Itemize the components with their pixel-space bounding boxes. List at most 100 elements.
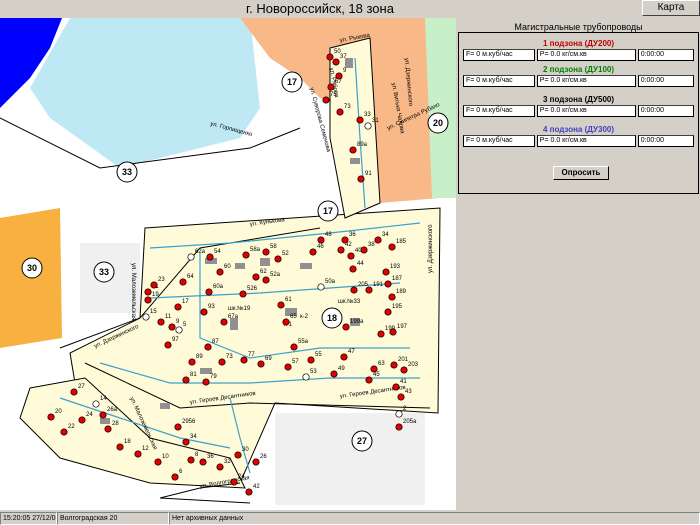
- meter-marker[interactable]: [389, 328, 397, 336]
- meter-marker[interactable]: [220, 318, 228, 326]
- meter-marker[interactable]: [171, 473, 179, 481]
- meter-marker[interactable]: [175, 326, 183, 334]
- meter-marker[interactable]: [257, 360, 265, 368]
- meter-marker[interactable]: [60, 428, 68, 436]
- meter-marker[interactable]: [384, 280, 392, 288]
- meter-marker[interactable]: [274, 255, 282, 263]
- meter-marker[interactable]: [144, 296, 152, 304]
- meter-marker[interactable]: [188, 358, 196, 366]
- meter-marker[interactable]: [384, 308, 392, 316]
- meter-marker[interactable]: [365, 376, 373, 384]
- meter-marker[interactable]: [199, 458, 207, 466]
- meter-marker[interactable]: [349, 265, 357, 273]
- meter-marker[interactable]: [382, 268, 390, 276]
- meter-marker[interactable]: [390, 361, 398, 369]
- meter-marker[interactable]: [205, 288, 213, 296]
- meter-marker[interactable]: [187, 253, 195, 261]
- meter-marker[interactable]: [164, 341, 172, 349]
- meter-marker[interactable]: [365, 286, 373, 294]
- meter-marker[interactable]: [317, 236, 325, 244]
- meter-marker[interactable]: [397, 393, 405, 401]
- meter-marker[interactable]: [290, 343, 298, 351]
- meter-marker[interactable]: [388, 293, 396, 301]
- poll-button[interactable]: Опросить: [553, 166, 609, 180]
- district-map[interactable]: 17 20 33 17 30 33 18 27 ул. Рыкова ул. С…: [0, 18, 456, 510]
- meter-marker[interactable]: [99, 411, 107, 419]
- meter-marker[interactable]: [349, 146, 357, 154]
- meter-marker[interactable]: [142, 313, 150, 321]
- meter-marker[interactable]: [245, 488, 253, 496]
- meter-marker[interactable]: [104, 425, 112, 433]
- meter-marker[interactable]: [350, 286, 358, 294]
- meter-marker[interactable]: [144, 288, 152, 296]
- meter-marker[interactable]: [322, 96, 330, 104]
- meter-marker[interactable]: [216, 463, 224, 471]
- meter-marker[interactable]: [134, 450, 142, 458]
- meter-marker[interactable]: [392, 383, 400, 391]
- meter-marker[interactable]: [400, 366, 408, 374]
- meter-marker[interactable]: [157, 318, 165, 326]
- meter-marker[interactable]: [206, 253, 214, 261]
- meter-marker[interactable]: [277, 301, 285, 309]
- meter-marker[interactable]: [182, 438, 190, 446]
- meter-marker[interactable]: [317, 283, 325, 291]
- meter-marker[interactable]: [168, 323, 176, 331]
- meter-marker[interactable]: [337, 246, 345, 254]
- meter-marker[interactable]: [174, 303, 182, 311]
- meter-marker[interactable]: [388, 243, 396, 251]
- meter-marker[interactable]: [234, 451, 242, 459]
- meter-marker[interactable]: [330, 370, 338, 378]
- meter-marker[interactable]: [302, 373, 310, 381]
- meter-marker[interactable]: [187, 456, 195, 464]
- meter-marker[interactable]: [340, 353, 348, 361]
- meter-marker[interactable]: [78, 416, 86, 424]
- map-button[interactable]: Карта: [642, 0, 700, 16]
- meter-marker[interactable]: [116, 443, 124, 451]
- meter-marker[interactable]: [364, 122, 372, 130]
- meter-marker[interactable]: [92, 400, 100, 408]
- meter-marker[interactable]: [252, 458, 260, 466]
- meter-marker[interactable]: [309, 248, 317, 256]
- meter-marker[interactable]: [202, 378, 210, 386]
- meter-marker[interactable]: [395, 423, 403, 431]
- meter-marker[interactable]: [336, 108, 344, 116]
- meter-marker[interactable]: [307, 356, 315, 364]
- meter-marker[interactable]: [216, 268, 224, 276]
- meter-marker[interactable]: [242, 251, 250, 259]
- meter-marker[interactable]: [326, 53, 334, 61]
- meter-marker[interactable]: [252, 273, 260, 281]
- building-number: 203: [408, 362, 419, 368]
- meter-marker[interactable]: [377, 330, 385, 338]
- meter-marker[interactable]: [342, 323, 350, 331]
- meter-marker[interactable]: [182, 376, 190, 384]
- meter-marker[interactable]: [360, 246, 368, 254]
- meter-marker[interactable]: [282, 318, 290, 326]
- building-number: 69: [265, 356, 272, 362]
- meter-marker[interactable]: [239, 290, 247, 298]
- meter-marker[interactable]: [347, 252, 355, 260]
- meter-marker[interactable]: [332, 58, 340, 66]
- meter-marker[interactable]: [70, 388, 78, 396]
- building-number: 12: [142, 446, 149, 452]
- meter-marker[interactable]: [179, 278, 187, 286]
- meter-marker[interactable]: [356, 116, 364, 124]
- meter-marker[interactable]: [374, 236, 382, 244]
- meter-marker[interactable]: [174, 423, 182, 431]
- meter-marker[interactable]: [150, 281, 158, 289]
- meter-marker[interactable]: [240, 356, 248, 364]
- meter-marker[interactable]: [200, 308, 208, 316]
- meter-marker[interactable]: [47, 413, 55, 421]
- meter-marker[interactable]: [218, 358, 226, 366]
- meter-marker[interactable]: [370, 365, 378, 373]
- meter-marker[interactable]: [154, 458, 162, 466]
- meter-marker[interactable]: [230, 478, 238, 486]
- meter-marker[interactable]: [335, 72, 343, 80]
- meter-marker[interactable]: [341, 236, 349, 244]
- meter-marker[interactable]: [284, 363, 292, 371]
- meter-marker[interactable]: [357, 175, 365, 183]
- meter-marker[interactable]: [262, 276, 270, 284]
- meter-marker[interactable]: [327, 83, 335, 91]
- meter-marker[interactable]: [204, 343, 212, 351]
- meter-marker[interactable]: [395, 410, 403, 418]
- meter-marker[interactable]: [262, 248, 270, 256]
